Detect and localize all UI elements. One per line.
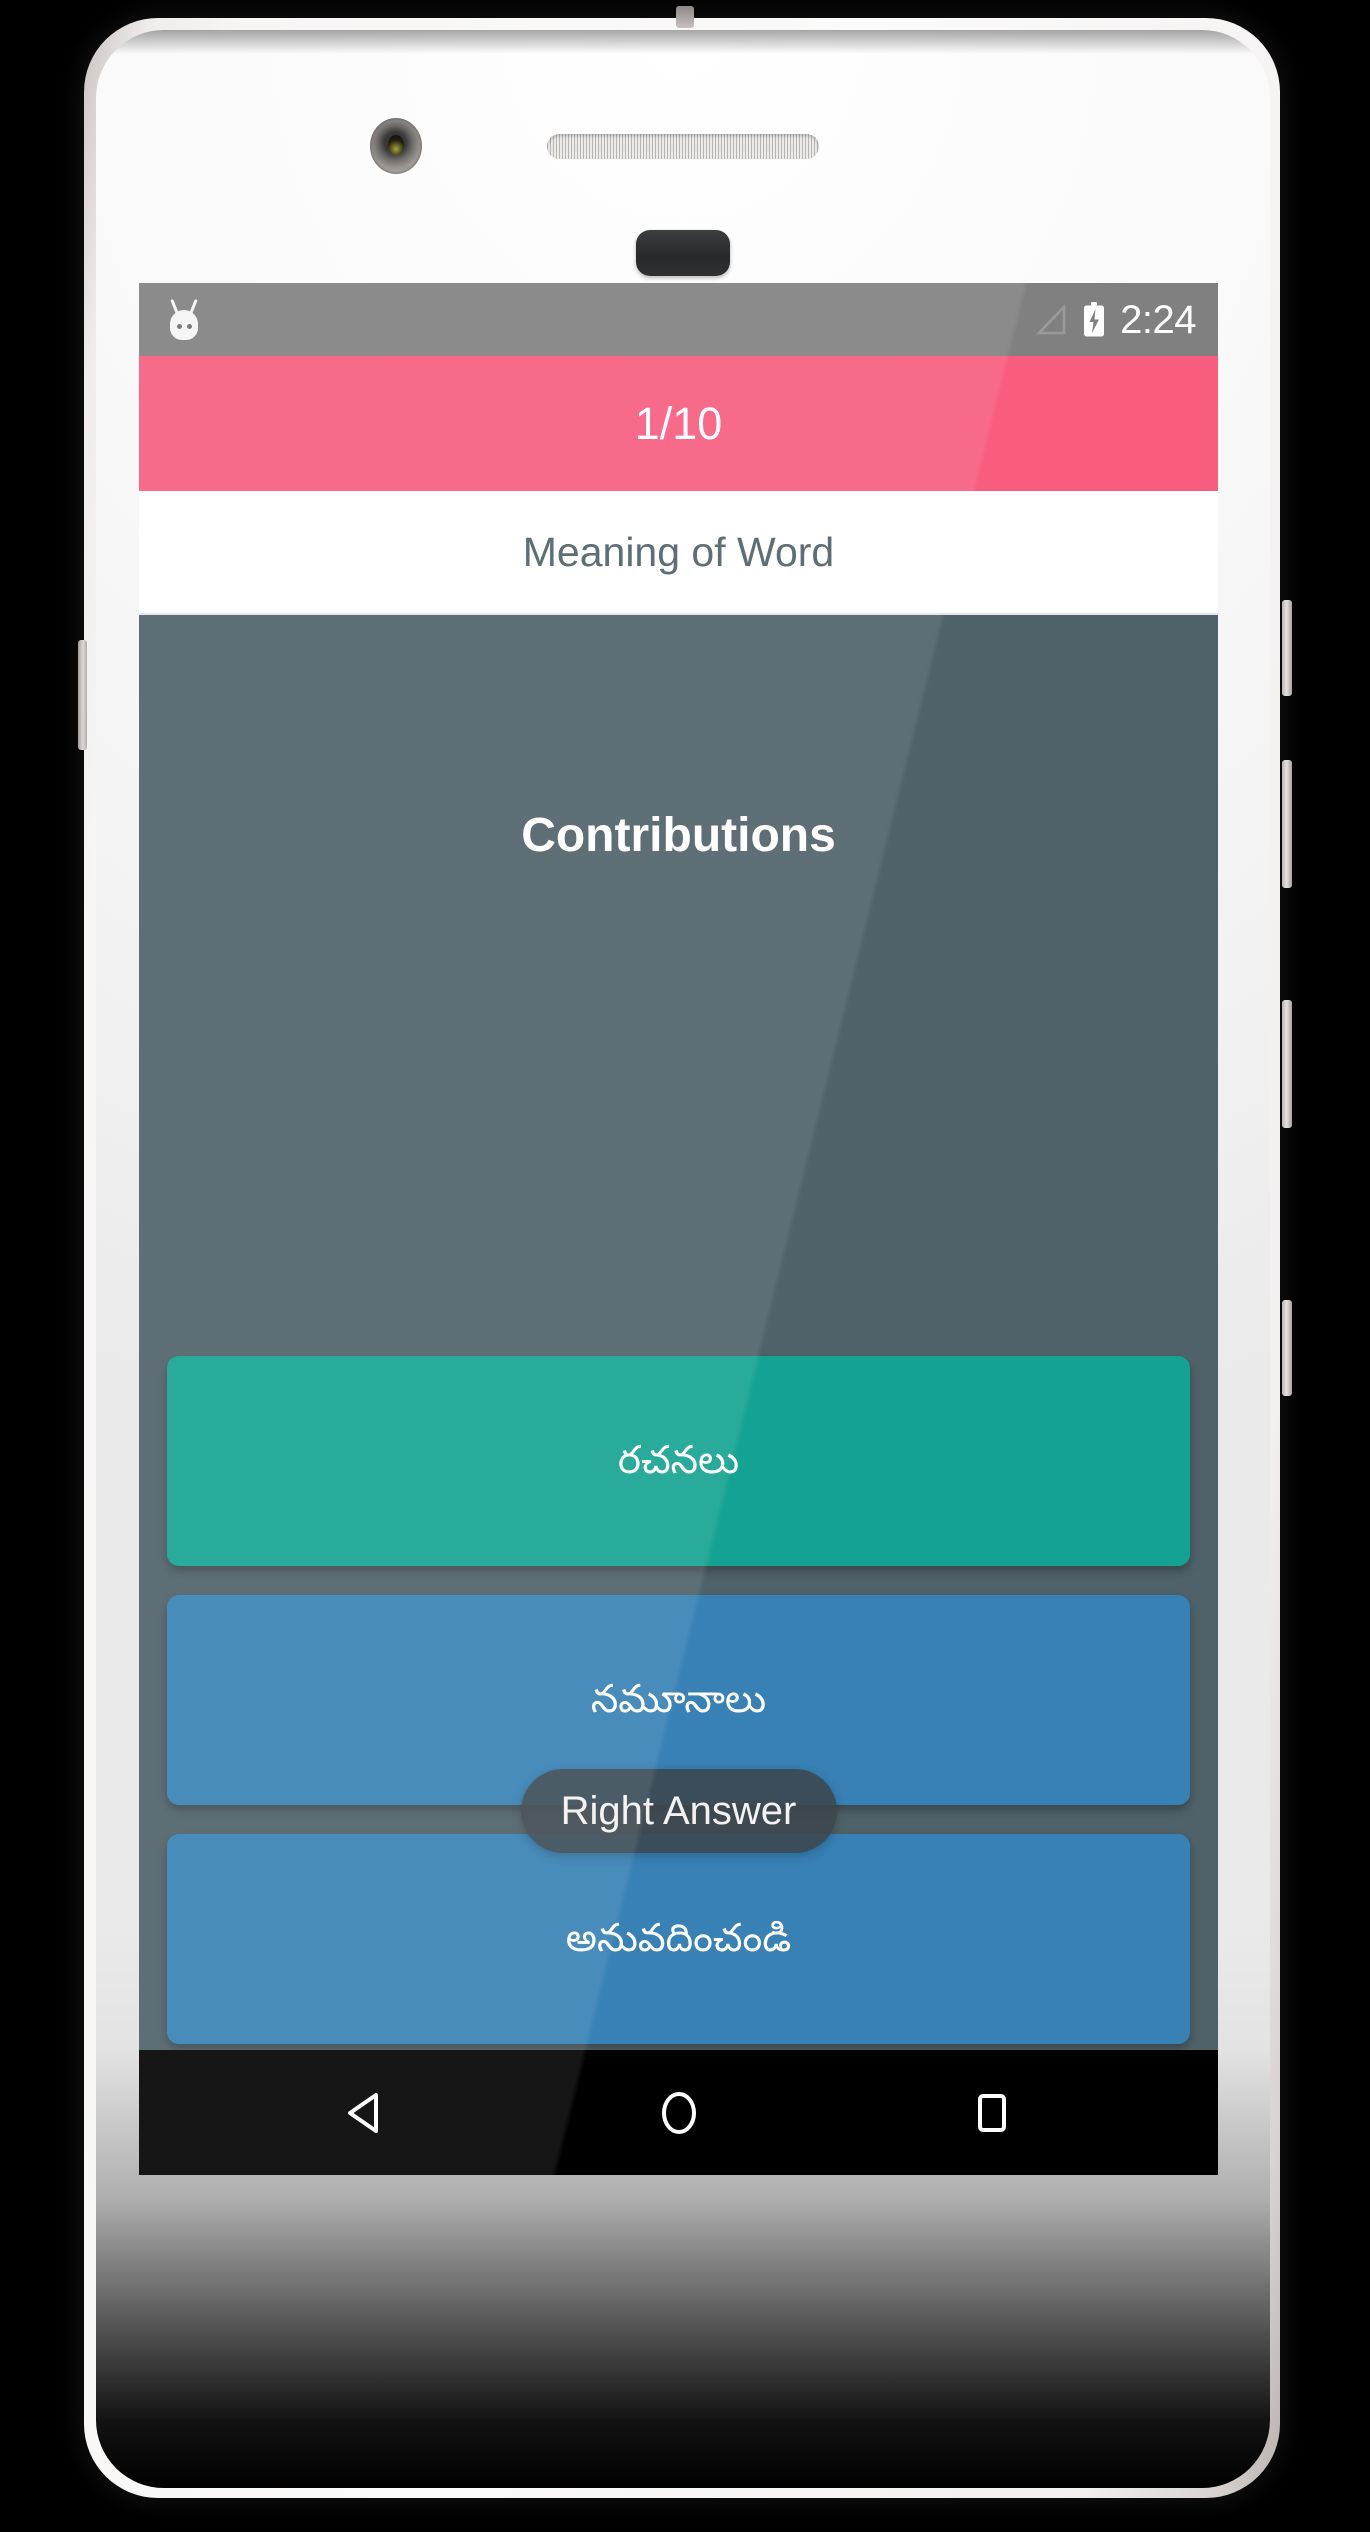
phone-volume-up-button[interactable] [1282,760,1292,888]
quiz-content-area: Contributions రచనలు నమూనాలు అనువదించండి … [139,615,1218,2050]
answer-option-3[interactable]: అనువదించండి [167,1834,1190,2044]
toast-message: Right Answer [520,1769,837,1853]
signal-triangle-icon [1036,303,1066,334]
answer-options-list: రచనలు నమూనాలు అనువదించండి [167,1356,1190,2050]
proximity-sensor-icon [636,230,730,276]
question-prompt-label: Meaning of Word [522,528,835,575]
phone-top-antenna-nub [676,6,694,28]
phone-power-button[interactable] [1282,600,1292,696]
nav-back-button[interactable] [323,2070,409,2156]
answer-option-1-label: రచనలు [617,1439,740,1482]
battery-charging-icon [1084,301,1105,336]
quiz-progress-label: 1/10 [634,398,723,449]
quiz-word-label: Contributions [521,809,836,862]
status-bar: 2:24 [139,283,1218,356]
device-screen: 2:24 1/10 Meaning of Word Contributions … [139,283,1218,2175]
earpiece-speaker-icon [547,134,819,159]
status-bar-indicators: 2:24 [1034,300,1196,340]
android-robot-icon [163,298,205,341]
app-bar: 1/10 [139,356,1218,491]
nav-recents-button[interactable] [949,2070,1035,2156]
screenshot-stage: 2:24 1/10 Meaning of Word Contributions … [0,0,1370,2532]
status-bar-clock: 2:24 [1120,297,1196,342]
system-navigation-bar [139,2050,1218,2175]
question-prompt-bar: Meaning of Word [139,491,1218,615]
answer-option-1[interactable]: రచనలు [167,1356,1190,1566]
front-camera-icon [370,118,422,174]
nav-home-button[interactable] [636,2070,722,2156]
recents-square-icon [977,2093,1006,2132]
phone-left-side-rail [78,640,87,750]
home-circle-icon [661,2091,696,2134]
phone-side-rail-lower [1282,1300,1292,1396]
phone-top-shading [96,30,1270,54]
back-triangle-icon [347,2092,378,2133]
phone-volume-down-button[interactable] [1282,1000,1292,1128]
answer-option-3-label: అనువదించండి [565,1917,792,1960]
answer-option-2-label: నమూనాలు [590,1678,767,1721]
